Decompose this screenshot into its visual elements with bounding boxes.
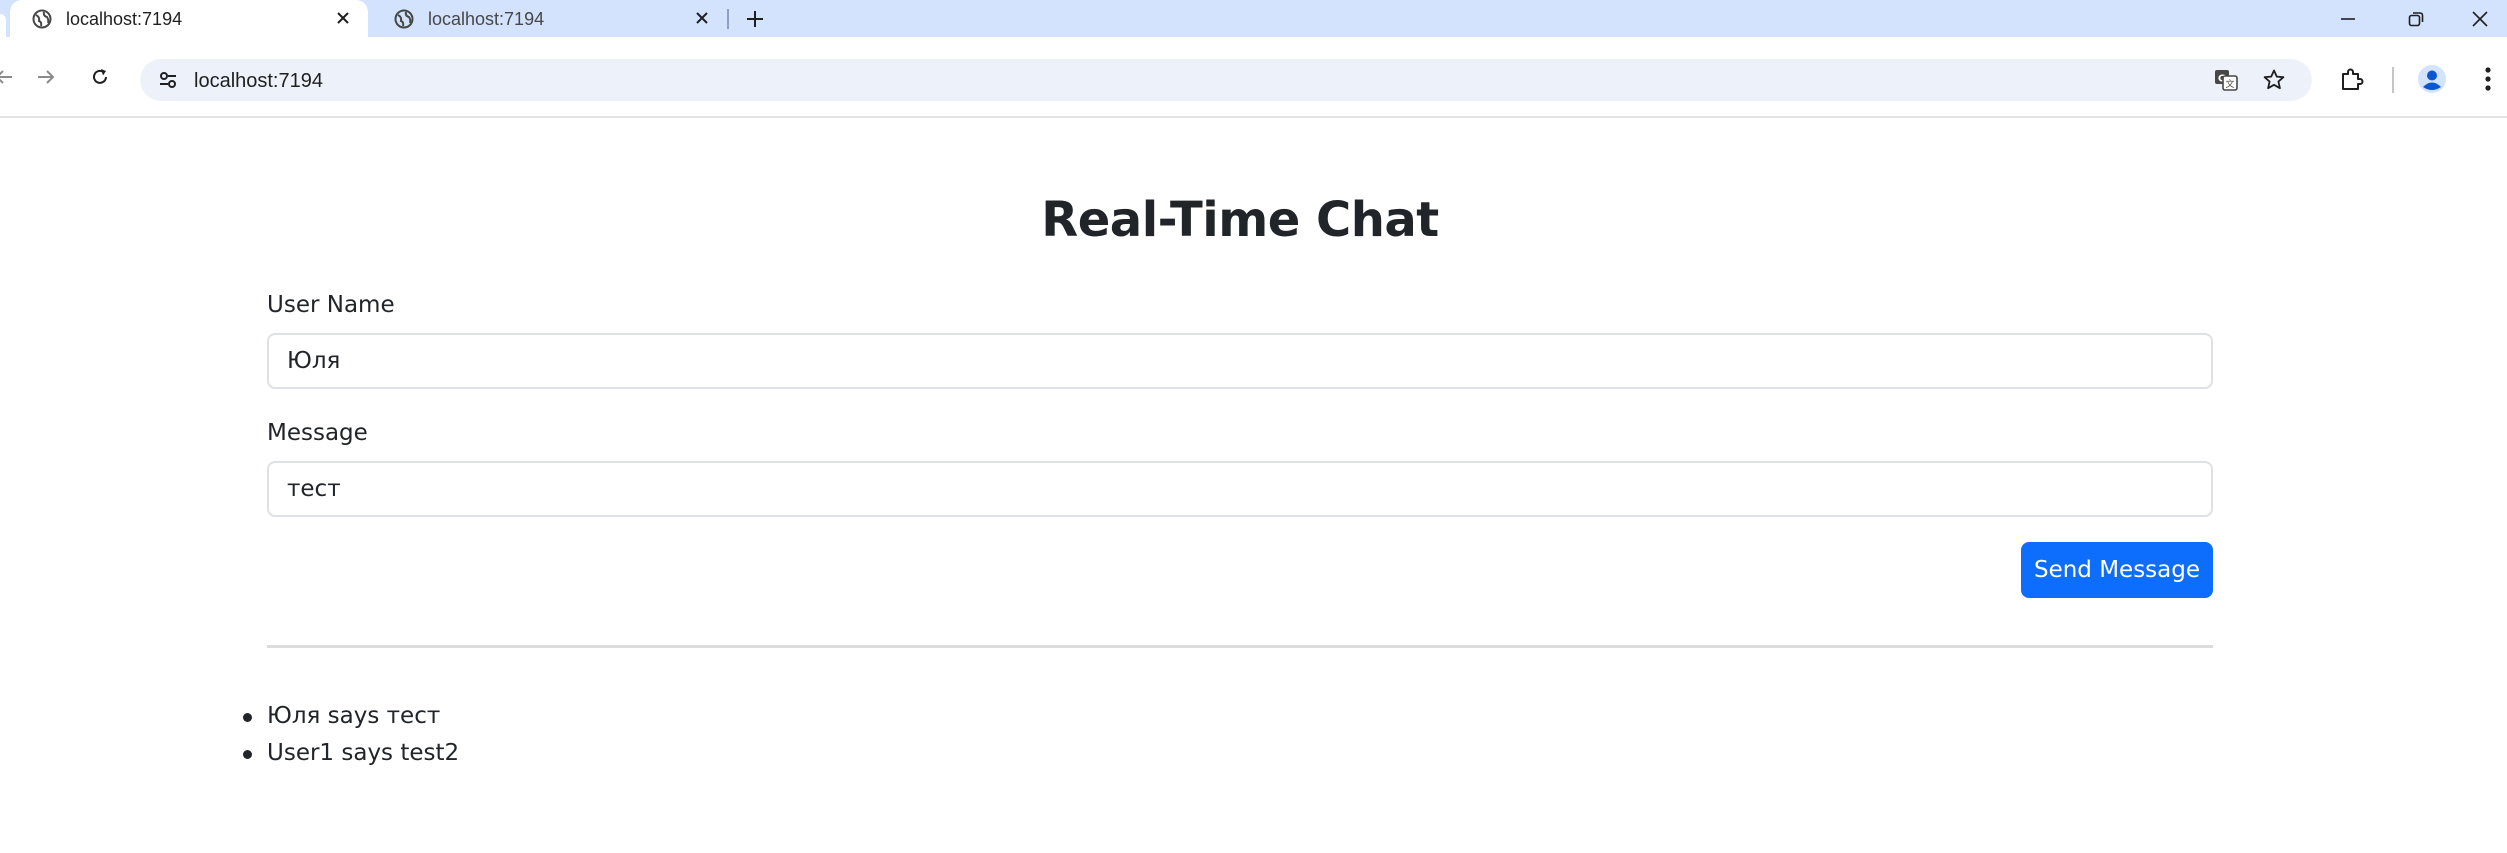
message-input[interactable]	[267, 461, 2213, 517]
forward-button[interactable]	[28, 59, 64, 95]
page-title: Real-Time Chat	[1041, 192, 1439, 248]
reload-icon	[93, 69, 107, 84]
restore-icon	[2408, 11, 2424, 26]
arrow-right-icon	[38, 70, 55, 84]
send-message-button[interactable]: Send Message	[2021, 542, 2213, 598]
tab-inactive[interactable]: localhost:7194	[372, 0, 727, 37]
tab-strip: localhost:7194 localhost:7194	[0, 0, 2507, 37]
toolbar-separator	[2392, 67, 2394, 93]
tab-active[interactable]: localhost:7194	[10, 0, 368, 37]
message-item: User1 says test2	[242, 735, 459, 772]
close-icon	[2472, 10, 2488, 27]
back-button[interactable]	[0, 59, 22, 95]
url-text[interactable]: localhost:7194	[194, 70, 323, 93]
message-item: Юля says тест	[242, 698, 459, 735]
translate-icon: G文	[2215, 70, 2238, 91]
puzzle-icon	[2342, 68, 2364, 90]
browser-menu-button[interactable]	[2468, 59, 2507, 99]
tab-separator	[727, 9, 729, 29]
globe-icon	[394, 9, 414, 29]
divider	[267, 645, 2213, 648]
minimize-button[interactable]	[2320, 0, 2376, 37]
tab-edge	[0, 14, 6, 37]
star-icon	[2263, 69, 2285, 90]
user-name-input[interactable]	[267, 333, 2213, 389]
arrow-left-icon	[0, 70, 12, 84]
message-label: Message	[267, 420, 368, 446]
kebab-menu-icon	[2485, 67, 2491, 91]
browser-toolbar: localhost:7194 G文	[0, 37, 2507, 118]
close-icon[interactable]	[332, 7, 354, 29]
close-icon[interactable]	[691, 7, 713, 29]
reload-button[interactable]	[82, 59, 118, 95]
new-tab-button[interactable]	[740, 4, 770, 34]
translate-button[interactable]: G文	[2210, 64, 2242, 96]
extensions-button[interactable]	[2332, 59, 2372, 99]
tab-title: localhost:7194	[66, 9, 183, 29]
tune-icon	[160, 72, 176, 88]
minimize-icon	[2341, 17, 2355, 20]
message-list: Юля says тест User1 says test2	[242, 698, 459, 772]
window-close-button[interactable]	[2452, 0, 2507, 37]
profile-button[interactable]	[2412, 59, 2452, 99]
bookmark-button[interactable]	[2258, 64, 2290, 96]
globe-icon	[32, 9, 52, 29]
plus-icon	[747, 11, 763, 27]
page-content: Real-Time Chat User Name Message Send Me…	[0, 120, 2507, 853]
svg-text:文: 文	[2225, 78, 2234, 90]
site-info-button[interactable]	[152, 64, 184, 96]
restore-button[interactable]	[2388, 0, 2444, 37]
user-name-label: User Name	[267, 292, 395, 318]
address-bar[interactable]: localhost:7194 G文	[140, 59, 2312, 101]
tab-title: localhost:7194	[428, 9, 545, 29]
person-icon	[2418, 65, 2446, 93]
